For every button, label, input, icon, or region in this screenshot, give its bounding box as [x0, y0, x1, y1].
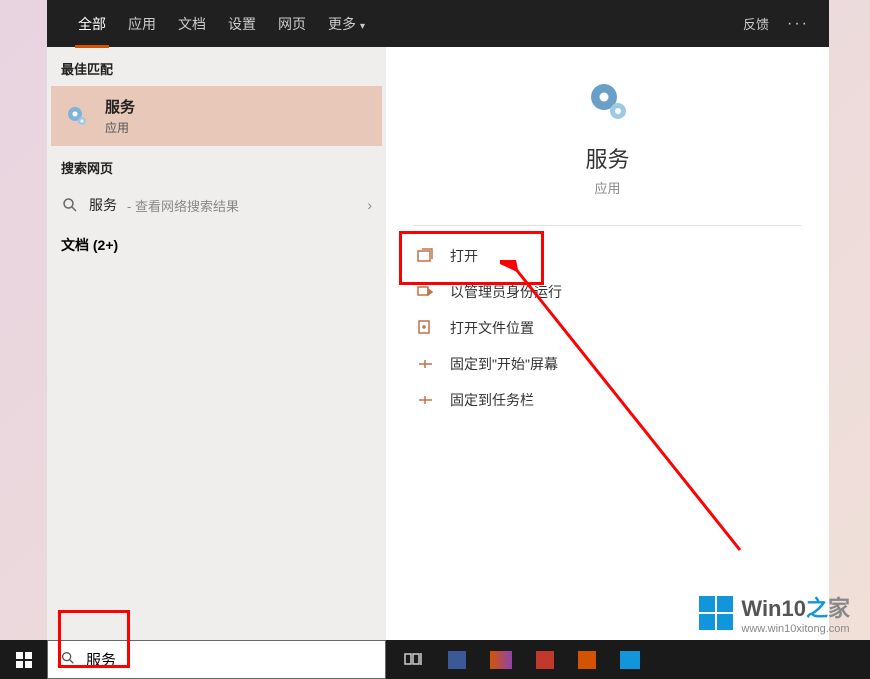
action-pin-taskbar-label: 固定到任务栏 — [450, 390, 534, 410]
folder-icon — [416, 319, 434, 337]
open-icon — [416, 247, 434, 265]
search-icon — [60, 650, 76, 669]
services-gear-icon — [63, 102, 91, 130]
tab-apps[interactable]: 应用 — [117, 0, 167, 48]
taskbar-icons — [386, 640, 640, 679]
watermark-url: www.win10xitong.com — [741, 623, 850, 635]
search-content: 最佳匹配 服务 应用 搜索网页 服务 - 查看网络搜索结果 › 文档 (2+) — [47, 47, 829, 640]
action-pin-taskbar[interactable]: 固定到任务栏 — [408, 382, 807, 418]
task-view-icon[interactable] — [404, 650, 424, 670]
more-options-icon[interactable]: ··· — [787, 15, 809, 33]
taskbar-app-5[interactable] — [620, 651, 640, 669]
details-title: 服务 — [585, 142, 629, 174]
taskbar-app-2[interactable] — [490, 651, 512, 669]
taskbar-app-1[interactable] — [448, 651, 466, 669]
watermark-brand: Win10之家 — [741, 591, 850, 623]
action-open-label: 打开 — [450, 246, 478, 266]
pin-taskbar-icon — [416, 391, 434, 409]
action-run-as-admin-label: 以管理员身份运行 — [450, 282, 562, 302]
tab-more[interactable]: 更多▾ — [317, 0, 376, 48]
chevron-down-icon: ▾ — [360, 21, 365, 32]
taskbar-app-4[interactable] — [578, 651, 596, 669]
action-pin-start[interactable]: 固定到"开始"屏幕 — [408, 346, 807, 382]
action-open-location-label: 打开文件位置 — [450, 318, 534, 338]
taskbar — [0, 640, 870, 679]
watermark: Win10之家 www.win10xitong.com — [699, 591, 850, 635]
tab-documents[interactable]: 文档 — [167, 0, 217, 48]
action-pin-start-label: 固定到"开始"屏幕 — [450, 354, 558, 374]
chevron-right-icon: › — [367, 197, 372, 213]
results-list-pane: 最佳匹配 服务 应用 搜索网页 服务 - 查看网络搜索结果 › 文档 (2+) — [47, 47, 386, 640]
action-run-as-admin[interactable]: 以管理员身份运行 — [408, 274, 807, 310]
start-button[interactable] — [0, 640, 47, 679]
taskbar-search-input[interactable] — [86, 651, 373, 668]
pin-icon — [416, 355, 434, 373]
shield-icon — [416, 283, 434, 301]
search-results-window: 全部 应用 文档 设置 网页 更多▾ 反馈 ··· 最佳匹配 服务 应用 搜索网… — [47, 0, 829, 640]
tab-settings[interactable]: 设置 — [217, 0, 267, 48]
tab-all[interactable]: 全部 — [67, 0, 117, 48]
feedback-link[interactable]: 反馈 — [743, 14, 769, 33]
details-pane: 服务 应用 打开 以管理员身份运行 打开文件位置 — [386, 47, 829, 640]
taskbar-app-3[interactable] — [536, 651, 554, 669]
web-search-item[interactable]: 服务 - 查看网络搜索结果 › — [47, 185, 386, 225]
action-open[interactable]: 打开 — [408, 238, 807, 274]
windows-logo-icon — [699, 596, 733, 630]
services-gear-icon-large — [584, 77, 632, 128]
details-subtitle: 应用 — [594, 178, 620, 197]
best-match-header: 最佳匹配 — [47, 47, 386, 86]
tab-web[interactable]: 网页 — [267, 0, 317, 48]
documents-group[interactable]: 文档 (2+) — [47, 225, 386, 265]
search-icon — [61, 196, 79, 214]
taskbar-search-box[interactable] — [47, 640, 386, 679]
search-web-header: 搜索网页 — [47, 146, 386, 185]
best-match-subtitle: 应用 — [105, 119, 135, 136]
actions-list: 打开 以管理员身份运行 打开文件位置 固定到"开始"屏幕 固定到任务栏 — [386, 226, 829, 430]
best-match-title: 服务 — [105, 96, 135, 117]
search-filter-tabs: 全部 应用 文档 设置 网页 更多▾ 反馈 ··· — [47, 0, 829, 47]
best-match-item[interactable]: 服务 应用 — [51, 86, 382, 146]
action-open-location[interactable]: 打开文件位置 — [408, 310, 807, 346]
web-search-hint: - 查看网络搜索结果 — [127, 196, 239, 215]
web-search-term: 服务 — [89, 195, 117, 215]
